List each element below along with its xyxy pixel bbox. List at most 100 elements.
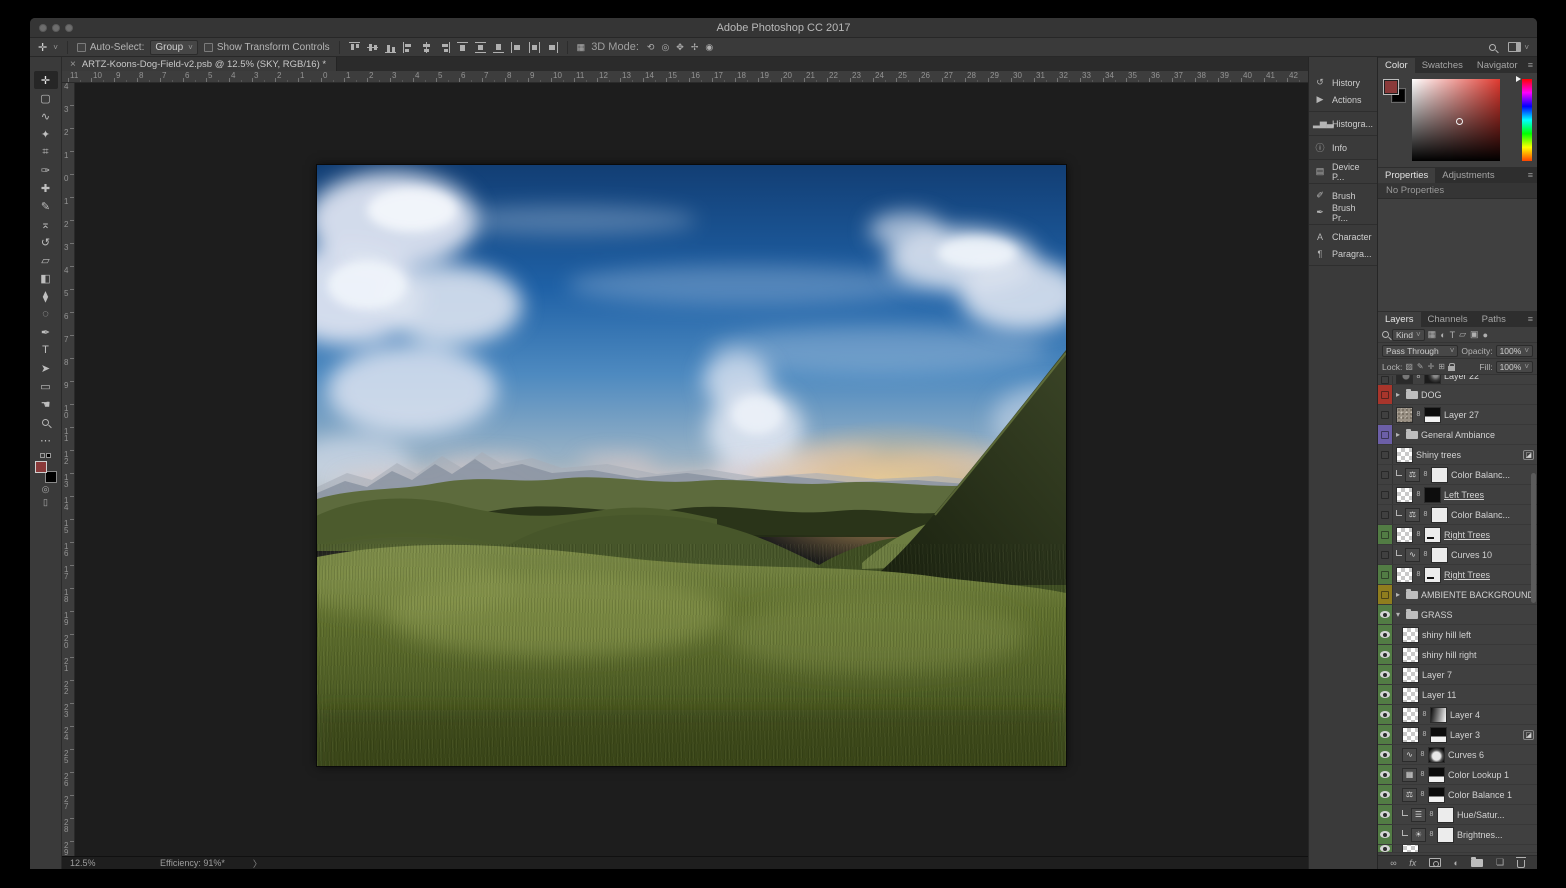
minimize-window-button[interactable] [52,24,60,32]
crop-tool[interactable]: ⌗ [34,143,58,161]
color-panel-menu-icon[interactable]: ≡ [1528,60,1533,70]
dock-item-brush[interactable]: ✐Brush [1309,187,1377,204]
layer-mask-thumbnail[interactable] [1424,567,1441,583]
visibility-toggle[interactable] [1378,525,1393,544]
clone-stamp-tool[interactable]: ⌅ [34,215,58,233]
visibility-toggle[interactable] [1378,725,1393,744]
layer-row-layer-3[interactable]: 8Layer 3◪ [1378,725,1537,745]
layer-row-layer-7[interactable]: Layer 7 [1378,665,1537,685]
color-tab-swatches[interactable]: Swatches [1415,58,1470,73]
lock-image-icon[interactable]: ✎ [1417,362,1424,371]
visibility-toggle[interactable] [1378,545,1393,564]
new-layer-icon[interactable]: ❏ [1496,857,1504,868]
layer-thumbnail[interactable] [1402,667,1419,683]
layer-row-layer-22[interactable]: 8Layer 22 [1378,375,1537,385]
expand-chevron-icon[interactable]: ▸ [1396,390,1403,399]
hue-marker-icon[interactable] [1516,76,1521,82]
opacity-field[interactable]: 100% ˅ [1496,345,1533,357]
visibility-toggle[interactable] [1378,605,1393,624]
visibility-toggle[interactable] [1378,376,1393,384]
layer-thumbnail[interactable] [1396,527,1413,543]
gradient-tool[interactable]: ◧ [34,269,58,287]
delete-layer-icon[interactable] [1517,858,1525,868]
layers-tab-channels[interactable]: Channels [1421,312,1475,327]
type-tool[interactable]: T [34,341,58,359]
expand-chevron-icon[interactable]: ▸ [1396,590,1403,599]
layer-row-hue-satur-[interactable]: ☰8Hue/Satur... [1378,805,1537,825]
distribute-vertical-centers-icon[interactable] [475,42,486,53]
brush-tool[interactable]: ✎ [34,197,58,215]
layer-row-curves-10[interactable]: ∿8Curves 10 [1378,545,1537,565]
filter-smart-objects-icon[interactable]: ▣ [1470,329,1479,340]
layer-mask-thumbnail[interactable] [1431,507,1448,523]
dock-item-paragra-[interactable]: ¶Paragra... [1309,245,1377,262]
dodge-tool[interactable]: ◌ [34,305,58,323]
layer-mask-thumbnail[interactable] [1431,467,1448,483]
layers-panel-menu-icon[interactable]: ≡ [1528,314,1533,324]
layer-row-grass[interactable]: ▾GRASS [1378,605,1537,625]
layer-thumbnail[interactable] [1402,727,1419,743]
layer-row-color-balance-1[interactable]: ⚖8Color Balance 1 [1378,785,1537,805]
canvas-image[interactable] [317,165,1066,766]
auto-select-checkbox[interactable]: Auto-Select: [77,42,144,53]
align-horizontal-centers-icon[interactable] [421,42,432,53]
distribute-right-edges-icon[interactable] [547,42,558,53]
hand-tool[interactable]: ☚ [34,395,58,413]
screen-mode-button[interactable]: ▯ [34,496,58,509]
visibility-toggle[interactable] [1378,505,1393,524]
3d-camera-icon[interactable]: ◉ [705,42,713,53]
new-group-icon[interactable] [1471,859,1483,867]
expand-chevron-icon[interactable]: ▾ [1396,610,1403,619]
layers-tab-layers[interactable]: Layers [1378,312,1421,327]
3d-roll-icon[interactable]: ◎ [661,42,669,53]
layer-mask-thumbnail[interactable] [1437,827,1454,843]
align-left-edges-icon[interactable] [403,42,414,53]
fill-field[interactable]: 100% ˅ [1496,361,1533,373]
search-icon[interactable] [1489,44,1496,51]
visibility-toggle[interactable] [1378,845,1393,852]
layer-row-right-trees[interactable]: 8Right Trees [1378,525,1537,545]
pen-tool[interactable]: ✒ [34,323,58,341]
lock-artboard-icon[interactable]: ⊞ [1438,362,1445,371]
dock-item-character[interactable]: ACharacter [1309,228,1377,245]
quick-mask-button[interactable]: ◎ [34,483,58,496]
move-tool[interactable]: ✛ [34,71,58,89]
align-vertical-centers-icon[interactable] [367,42,378,53]
visibility-toggle[interactable] [1378,765,1393,784]
align-bottom-edges-icon[interactable] [385,42,396,53]
foreground-color-swatch[interactable] [1384,80,1398,94]
color-tab-navigator[interactable]: Navigator [1470,58,1525,73]
visibility-toggle[interactable] [1378,705,1393,724]
quick-selection-tool[interactable]: ✦ [34,125,58,143]
blend-mode-dropdown[interactable]: Pass Through ˅ [1382,345,1458,357]
canvas-pasteboard[interactable] [75,83,1308,856]
edit-toolbar[interactable]: ⋯ [34,431,58,449]
dock-item-brush-pr-[interactable]: ✒Brush Pr... [1309,204,1377,221]
layer-thumbnail[interactable] [1402,707,1419,723]
dock-item-info[interactable]: ⓘInfo [1309,139,1377,156]
layers-scrollbar[interactable] [1531,473,1536,603]
distribute-left-edges-icon[interactable] [511,42,522,53]
3d-pan-icon[interactable]: ✥ [676,42,684,53]
close-window-button[interactable] [39,24,47,32]
layer-thumbnail[interactable] [1402,845,1419,853]
visibility-toggle[interactable] [1378,825,1393,844]
layer-thumbnail[interactable] [1402,687,1419,703]
shape-tool[interactable]: ▭ [34,377,58,395]
visibility-toggle[interactable] [1378,485,1393,504]
visibility-toggle[interactable] [1378,465,1393,484]
saturation-brightness-field[interactable] [1412,79,1500,161]
layer-mask-thumbnail[interactable] [1428,747,1445,763]
3d-slide-icon[interactable]: ✢ [691,42,699,53]
zoom-window-button[interactable] [65,24,73,32]
default-swap-colors-icon[interactable] [40,453,51,458]
visibility-toggle[interactable] [1378,685,1393,704]
hue-slider[interactable] [1522,79,1532,161]
distribute-spacing-icon[interactable]: ▦ [577,42,586,53]
dock-item-histogra-[interactable]: ▂▅▃Histogra... [1309,115,1377,132]
layer-thumbnail[interactable] [1396,407,1413,423]
dock-item-actions[interactable]: ▶Actions [1309,91,1377,108]
healing-brush-tool[interactable]: ✚ [34,179,58,197]
layer-filter-dropdown[interactable]: Kind ˅ [1392,329,1425,341]
lock-all-icon[interactable] [1448,366,1455,371]
